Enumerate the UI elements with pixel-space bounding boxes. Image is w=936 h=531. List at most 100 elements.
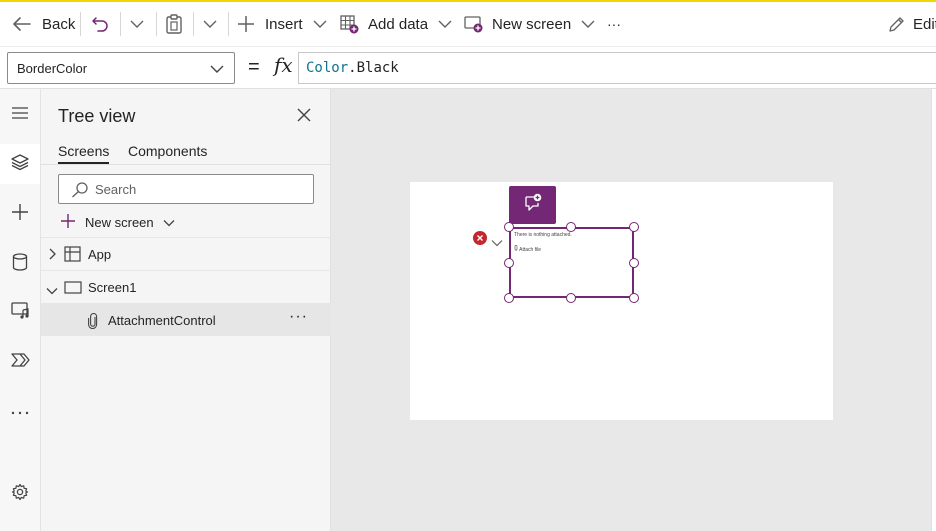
tree-node-label: App — [88, 247, 112, 262]
new-screen-tree-label: New screen — [85, 214, 154, 230]
rail-more-button[interactable] — [0, 391, 40, 431]
rail-data-button[interactable] — [0, 244, 40, 284]
plus-icon — [11, 203, 29, 226]
app-icon — [64, 246, 81, 265]
new-screen-label: New screen — [492, 15, 572, 33]
back-button[interactable]: Back — [12, 2, 75, 46]
tree-node-attachmentcontrol[interactable]: AttachmentControl ··· — [41, 303, 331, 336]
search-icon — [71, 182, 89, 201]
plus-icon — [60, 213, 76, 232]
resize-handle-top-left[interactable] — [504, 222, 514, 232]
resize-handle-middle-right[interactable] — [629, 258, 639, 268]
attach-file-link[interactable]: Attach file — [514, 244, 542, 253]
formula-input[interactable]: Color. Black — [298, 52, 936, 84]
paperclip-icon — [88, 313, 98, 332]
divider — [193, 12, 194, 36]
chevron-down-icon[interactable] — [491, 234, 503, 252]
formula-member: Black — [356, 60, 399, 76]
insert-button[interactable]: Insert — [237, 2, 327, 46]
search-input[interactable]: Search — [58, 174, 314, 204]
chevron-down-icon — [210, 62, 224, 77]
new-screen-button[interactable]: New screen — [464, 2, 595, 46]
property-value: BorderColor — [17, 60, 88, 76]
divider — [120, 12, 121, 36]
edit-label: Edit — [913, 15, 936, 33]
rail-settings-button[interactable] — [0, 474, 40, 514]
settings-icon — [11, 483, 29, 506]
tree-node-label: Screen1 — [88, 280, 137, 295]
attach-file-label: Attach file — [519, 247, 542, 253]
comment-add-icon — [523, 193, 543, 218]
resize-handle-middle-left[interactable] — [504, 258, 514, 268]
chevron-down-icon — [581, 19, 595, 29]
table-add-icon — [340, 14, 359, 34]
undo-dropdown-button[interactable] — [130, 2, 144, 46]
chevron-down-icon — [438, 19, 452, 29]
chevron-down-icon — [313, 19, 327, 29]
divider — [228, 12, 229, 36]
paste-dropdown-button[interactable] — [203, 2, 217, 46]
canvas-area[interactable]: There is nothing attached. Attach file — [331, 89, 936, 531]
back-label: Back — [42, 15, 76, 33]
add-data-label: Add data — [368, 15, 429, 33]
rail-insert-button[interactable] — [0, 194, 40, 234]
command-bar: Back Insert Add data New screen ··· Edi — [0, 0, 936, 47]
clipboard-icon — [165, 14, 183, 34]
screen-add-icon — [464, 15, 483, 33]
divider — [41, 164, 331, 165]
arrow-left-icon — [12, 16, 32, 32]
hamburger-icon — [11, 106, 29, 125]
rail-tree-view-button[interactable] — [0, 144, 40, 184]
media-icon — [10, 302, 30, 324]
chevron-down-icon — [203, 19, 217, 29]
resize-handle-bottom-center[interactable] — [566, 293, 576, 303]
attachment-control[interactable]: There is nothing attached. Attach file — [509, 227, 634, 298]
divider — [156, 12, 157, 36]
rail-media-button[interactable] — [0, 293, 40, 333]
rail-menu-button[interactable] — [0, 95, 40, 135]
tree-node-app[interactable]: App — [41, 237, 331, 270]
tree-node-screen1[interactable]: Screen1 — [41, 270, 331, 303]
paste-button[interactable] — [165, 2, 183, 46]
more-commands-button[interactable]: ··· — [607, 2, 621, 46]
chevron-right-icon[interactable] — [47, 248, 57, 263]
tab-screens[interactable]: Screens — [58, 143, 110, 164]
edit-button[interactable]: Edit — [888, 2, 936, 46]
fx-button[interactable]: fx — [274, 53, 293, 77]
undo-button[interactable] — [91, 2, 109, 46]
comment-button[interactable] — [509, 186, 556, 224]
layers-icon — [11, 153, 29, 176]
properties-panel-edge — [931, 89, 936, 531]
more-options-button[interactable]: ··· — [289, 308, 308, 326]
add-data-button[interactable]: Add data — [340, 2, 452, 46]
attachment-empty-message: There is nothing attached. — [514, 232, 572, 238]
undo-icon — [91, 15, 109, 33]
property-dropdown[interactable]: BorderColor — [7, 52, 235, 84]
screen-icon — [64, 281, 82, 297]
tab-components[interactable]: Components — [128, 143, 207, 159]
tree-view-title: Tree view — [58, 106, 136, 126]
new-screen-tree-button[interactable]: New screen — [60, 212, 175, 232]
left-rail — [0, 89, 41, 531]
rail-power-automate-button[interactable] — [0, 342, 40, 382]
plus-icon — [237, 15, 255, 33]
app-screen[interactable]: There is nothing attached. Attach file — [410, 182, 833, 420]
insert-label: Insert — [265, 15, 303, 33]
resize-handle-top-center[interactable] — [566, 222, 576, 232]
power-automate-icon — [10, 352, 30, 373]
formula-bar: BorderColor = fx Color. Black — [0, 47, 936, 89]
formula-identifier: Color — [306, 60, 349, 76]
database-icon — [12, 252, 28, 276]
resize-handle-bottom-right[interactable] — [629, 293, 639, 303]
formula-dot: . — [348, 60, 357, 76]
error-icon[interactable] — [473, 231, 487, 245]
chevron-down-icon[interactable] — [46, 283, 58, 298]
resize-handle-top-right[interactable] — [629, 222, 639, 232]
resize-handle-bottom-left[interactable] — [504, 293, 514, 303]
chevron-down-icon — [163, 215, 175, 230]
close-icon — [296, 108, 312, 127]
more-icon: ··· — [607, 16, 621, 32]
more-icon — [11, 402, 29, 420]
equals-sign: = — [248, 56, 260, 78]
close-tree-view-button[interactable] — [296, 107, 314, 125]
